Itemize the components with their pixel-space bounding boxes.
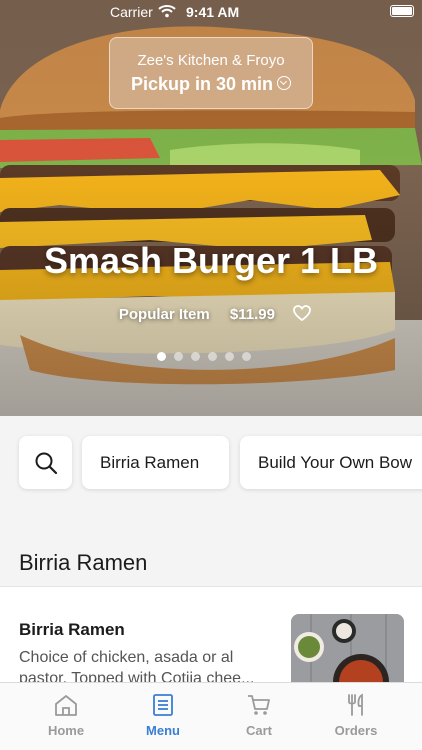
heart-icon[interactable]	[293, 305, 312, 322]
carousel-dot[interactable]	[157, 352, 166, 361]
cart-icon	[248, 695, 270, 715]
search-button[interactable]	[19, 436, 72, 489]
tab-home[interactable]: Home	[26, 693, 106, 738]
battery-icon	[390, 5, 414, 17]
menu-item-image	[291, 614, 404, 684]
search-icon	[35, 452, 58, 475]
carousel-dot[interactable]	[174, 352, 183, 361]
store-name: Zee's Kitchen & Froyo	[137, 52, 285, 69]
popular-badge: Popular Item	[118, 306, 210, 323]
status-time: 9:41 AM	[186, 4, 240, 20]
tab-orders[interactable]: Orders	[316, 693, 396, 738]
tab-menu-label: Menu	[146, 723, 180, 738]
tab-bar: Home Menu Cart Orders	[0, 682, 422, 750]
orders-icon	[348, 693, 363, 716]
menu-item-name: Birria Ramen	[19, 620, 125, 639]
store-selector-button[interactable]: Zee's Kitchen & Froyo Pickup in 30 min	[109, 37, 313, 109]
tab-menu[interactable]: Menu	[123, 693, 203, 738]
category-chip-birria-ramen[interactable]: Birria Ramen	[82, 436, 229, 489]
pickup-time: Pickup in 30 min	[110, 74, 312, 95]
tab-orders-label: Orders	[334, 723, 378, 738]
wifi-icon	[158, 5, 176, 18]
carousel-dot[interactable]	[191, 352, 200, 361]
chevron-down-icon	[277, 76, 292, 91]
home-icon	[55, 695, 77, 716]
menu-item-card[interactable]: Birria Ramen Choice of chicken, asada or…	[0, 587, 422, 687]
featured-price: $11.99	[229, 306, 275, 323]
featured-item-title: Smash Burger 1 LB	[43, 240, 379, 281]
carousel-dot[interactable]	[242, 352, 251, 361]
tab-home-label: Home	[47, 723, 85, 738]
featured-item-meta: Popular Item $11.99	[0, 305, 422, 323]
pickup-label: Pickup in 30 min	[130, 74, 274, 94]
menu-icon	[153, 694, 173, 716]
tab-cart-label: Cart	[245, 723, 272, 738]
status-bar: Carrier 9:41 AM	[0, 0, 422, 24]
carrier-label: Carrier	[110, 4, 153, 20]
tab-cart[interactable]: Cart	[219, 693, 299, 738]
section-title: Birria Ramen	[19, 550, 148, 575]
carousel-page-indicator[interactable]	[157, 352, 251, 361]
carousel-dot[interactable]	[225, 352, 234, 361]
category-bar: Birria Ramen Build Your Own Bow	[0, 416, 422, 512]
category-chip-build-your-own-bowl[interactable]: Build Your Own Bow	[240, 436, 422, 489]
carousel-dot[interactable]	[208, 352, 217, 361]
